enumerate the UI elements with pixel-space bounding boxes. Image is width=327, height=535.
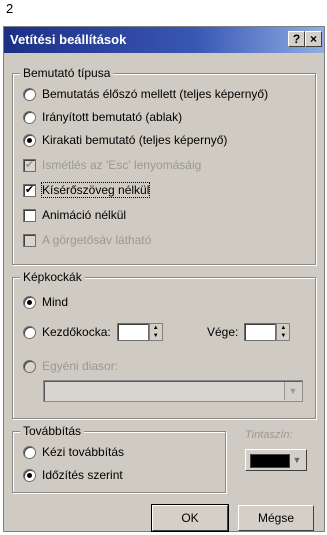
check-no-narration[interactable]: ✔ Kísérőszöveg nélkül — [23, 182, 151, 198]
to-field[interactable]: Vége: ▲ ▼ — [207, 323, 291, 341]
checkbox-checked-icon: ✔ — [23, 158, 36, 172]
radio-speaker[interactable]: Bemutatás élőszó mellett (teljes képerny… — [23, 86, 268, 102]
radio-button[interactable] — [23, 87, 36, 101]
radio-all-label: Mind — [42, 295, 69, 309]
radio-timed-label: Időzítés szerint — [42, 468, 123, 482]
check-loop-label: Ismétlés az 'Esc' lenyomásáig — [42, 158, 202, 172]
to-spinner[interactable]: ▲ ▼ — [244, 323, 291, 341]
to-label: Vége: — [207, 325, 239, 339]
spinner-arrows-icon[interactable]: ▲ ▼ — [276, 323, 291, 341]
radio-all[interactable]: Mind — [23, 294, 68, 310]
checkbox-icon — [23, 233, 36, 247]
dialog-title: Vetítési beállítások — [10, 32, 127, 47]
checkbox-icon[interactable] — [23, 208, 36, 222]
radio-kiosk-label: Kirakati bemutató (teljes képernyő) — [42, 133, 228, 147]
radio-button[interactable] — [23, 445, 36, 459]
dialog-window: Vetítési beállítások ? × Bemutató típusa… — [3, 26, 325, 532]
checkbox-checked-icon[interactable]: ✔ — [23, 183, 36, 197]
radio-button-selected[interactable] — [23, 133, 36, 147]
radio-window[interactable]: Irányított bemutató (ablak) — [23, 109, 182, 125]
to-input[interactable] — [244, 323, 277, 341]
title-bar: Vetítési beállítások ? × — [4, 27, 324, 53]
ink-color-picker[interactable]: ▼ — [245, 449, 307, 471]
check-no-animation-label: Animáció nélkül — [42, 208, 127, 222]
radio-button[interactable] — [23, 110, 36, 124]
help-button[interactable]: ? — [288, 31, 305, 47]
page-number: 2 — [6, 1, 14, 16]
radio-timed[interactable]: Időzítés szerint — [23, 467, 123, 483]
radio-from[interactable]: Kezdőkocka: ▲ ▼ — [23, 323, 163, 341]
ink-color-swatch — [250, 454, 290, 468]
ink-color-label: Tintaszín: — [245, 429, 293, 441]
dropdown-arrow-icon: ▼ — [284, 382, 301, 400]
radio-from-label: Kezdőkocka: — [42, 325, 111, 339]
presentation-type-legend: Bemutató típusa — [20, 66, 114, 80]
radio-button-selected[interactable] — [23, 468, 36, 482]
advance-legend: Továbbítás — [20, 424, 85, 438]
radio-manual[interactable]: Kézi továbbítás — [23, 444, 124, 460]
dropdown-arrow-icon[interactable]: ▼ — [290, 452, 304, 468]
check-loop: ✔ Ismétlés az 'Esc' lenyomásáig — [23, 157, 201, 173]
from-input[interactable] — [116, 323, 149, 341]
radio-speaker-label: Bemutatás élőszó mellett (teljes képerny… — [42, 87, 269, 101]
radio-kiosk[interactable]: Kirakati bemutató (teljes képernyő) — [23, 132, 227, 148]
check-no-narration-label: Kísérőszöveg nélkül — [40, 182, 151, 198]
radio-window-label: Irányított bemutató (ablak) — [42, 110, 183, 124]
check-scrollbar: A görgetősáv látható — [23, 232, 151, 248]
presentation-type-group: Bemutató típusa Bemutatás élőszó mellett… — [12, 66, 316, 265]
cancel-button[interactable]: Mégse — [238, 505, 314, 531]
check-no-animation[interactable]: Animáció nélkül — [23, 207, 126, 223]
from-spinner[interactable]: ▲ ▼ — [116, 323, 163, 341]
ok-button[interactable]: OK — [151, 504, 229, 532]
slides-legend: Képkockák — [20, 270, 85, 284]
custom-show-select: ▼ — [43, 380, 303, 402]
advance-group: Továbbítás Kézi továbbítás Időzítés szer… — [12, 424, 226, 493]
spinner-arrows-icon[interactable]: ▲ ▼ — [148, 323, 163, 341]
check-scrollbar-label: A görgetősáv látható — [42, 233, 152, 247]
close-button[interactable]: × — [305, 31, 322, 47]
slides-group: Képkockák Mind Kezdőkocka: ▲ ▼ Vége: ▲ ▼ E… — [12, 270, 316, 419]
radio-custom: Egyéni diasor: — [23, 358, 118, 374]
radio-manual-label: Kézi továbbítás — [42, 445, 125, 459]
radio-button[interactable] — [23, 325, 36, 339]
radio-custom-label: Egyéni diasor: — [42, 359, 119, 373]
radio-button — [23, 359, 36, 373]
radio-button-selected[interactable] — [23, 295, 36, 309]
